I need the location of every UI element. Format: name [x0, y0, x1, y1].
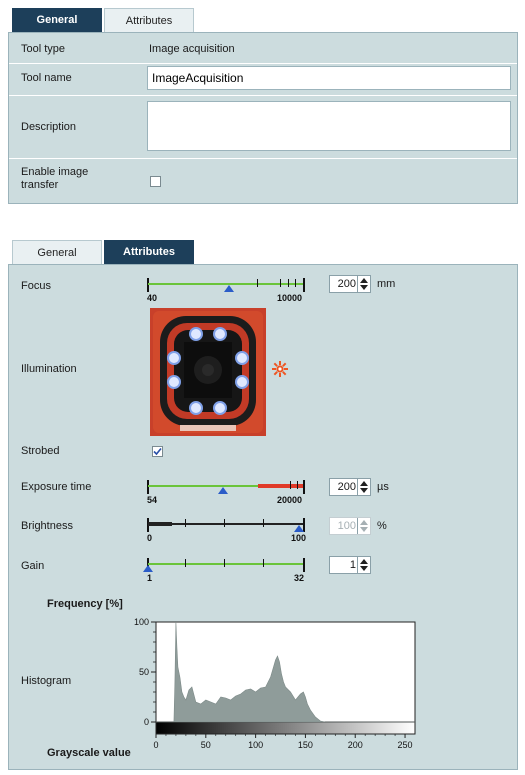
- tool-type-value: Image acquisition: [149, 43, 235, 55]
- x-tick-label: 250: [398, 740, 413, 750]
- gain-spinbox[interactable]: 1: [329, 556, 371, 574]
- brightness-slider: 0 100: [147, 513, 307, 543]
- x-tick-label: 200: [348, 740, 363, 750]
- strobed-checkbox[interactable]: [152, 446, 163, 457]
- tool-name-label: Tool name: [21, 72, 72, 84]
- x-tick-label: 0: [153, 740, 158, 750]
- grayscale-bar: [155, 721, 416, 735]
- tool-name-input[interactable]: [147, 66, 511, 90]
- general-panel: Tool type Image acquisition Tool name De…: [8, 32, 518, 204]
- brightness-spinbox: 100: [329, 517, 371, 535]
- attributes-panel: Focus 40 10000 200 mm Illumination Strob…: [8, 264, 518, 770]
- brightness-label: Brightness: [21, 520, 73, 532]
- y-tick-label: 0: [144, 717, 149, 727]
- focus-slider[interactable]: 40 10000: [147, 273, 307, 303]
- exposure-slider[interactable]: 54 20000: [147, 475, 307, 505]
- focus-handle[interactable]: [224, 285, 234, 292]
- x-tick-label: 100: [248, 740, 263, 750]
- tab-attributes[interactable]: Attributes: [104, 8, 194, 32]
- brightness-handle: [294, 525, 304, 532]
- histogram-ylabel: Frequency [%]: [47, 598, 123, 610]
- tool-type-label: Tool type: [21, 43, 66, 55]
- focus-label: Focus: [21, 280, 51, 292]
- histogram-label: Histogram: [21, 675, 72, 687]
- exposure-unit: µs: [377, 481, 389, 493]
- gain-slider[interactable]: 1 32: [143, 553, 307, 583]
- gain-label: Gain: [21, 560, 45, 572]
- exposure-spinbox[interactable]: 200: [329, 478, 371, 496]
- x-tick-label: 50: [201, 740, 211, 750]
- brightness-unit: %: [377, 520, 387, 532]
- enable-transfer-checkbox[interactable]: [150, 176, 161, 187]
- x-tick-label: 150: [298, 740, 313, 750]
- description-label: Description: [21, 121, 77, 133]
- focus-spinbox[interactable]: 200: [329, 275, 371, 293]
- tab-general[interactable]: General: [12, 8, 102, 32]
- strobed-label: Strobed: [21, 445, 60, 457]
- y-tick-label: 100: [134, 617, 149, 627]
- focus-unit: mm: [377, 278, 396, 290]
- exposure-handle[interactable]: [218, 487, 228, 494]
- y-tick-label: 50: [139, 667, 149, 677]
- histogram-chart: 100 50 0 0 50 100 150 200 250: [134, 617, 416, 750]
- tab-attributes[interactable]: Attributes: [104, 240, 194, 264]
- enable-transfer-label: Enable image transfer: [21, 166, 89, 191]
- exposure-label: Exposure time: [21, 481, 92, 493]
- tab-general[interactable]: General: [12, 240, 102, 264]
- description-input[interactable]: [147, 101, 511, 151]
- camera-device-image: [150, 308, 266, 436]
- sun-gear-icon[interactable]: [272, 361, 288, 377]
- illumination-label: Illumination: [21, 363, 77, 375]
- gain-handle[interactable]: [143, 565, 153, 572]
